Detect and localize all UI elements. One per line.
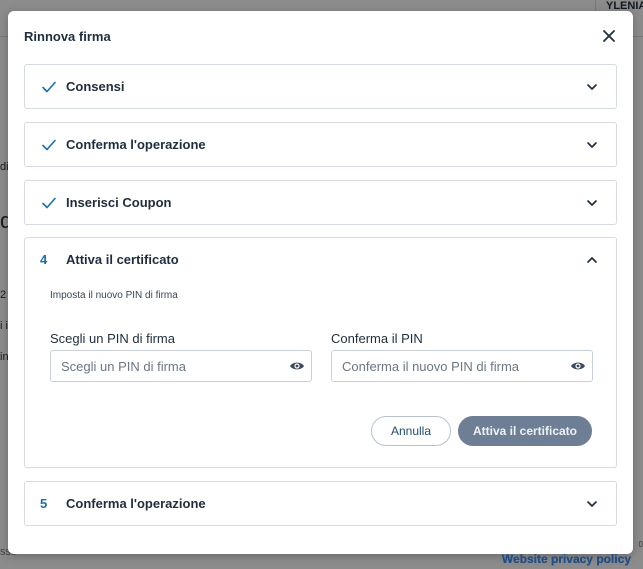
renew-signature-dialog: Rinnova firma Consensi Conferma l'operaz… — [8, 11, 633, 554]
step-consensi: Consensi — [24, 64, 617, 109]
step-number: 5 — [40, 496, 48, 511]
step-conferma-operazione-finale: 5 Conferma l'operazione — [24, 481, 617, 526]
step-label: Attiva il certificato — [66, 252, 179, 267]
check-icon — [42, 81, 56, 93]
pin-hint: Imposta il nuovo PIN di firma — [50, 290, 178, 301]
pin-label: Scegli un PIN di firma — [50, 331, 175, 346]
chevron-down-icon — [587, 200, 597, 206]
close-button[interactable] — [601, 28, 617, 44]
step-conferma-operazione: Conferma l'operazione — [24, 122, 617, 167]
pin-field — [50, 350, 312, 382]
step-label: Inserisci Coupon — [66, 195, 172, 210]
step-label: Conferma l'operazione — [66, 496, 206, 511]
chevron-up-icon — [587, 257, 597, 263]
eye-icon[interactable] — [289, 360, 305, 372]
eye-icon[interactable] — [570, 360, 586, 372]
step-attiva-certificato: 4 Attiva il certificato Imposta il nuovo… — [24, 237, 617, 468]
cancel-button[interactable]: Annulla — [371, 416, 451, 446]
chevron-down-icon — [587, 84, 597, 90]
step-header[interactable]: 4 Attiva il certificato — [25, 238, 616, 281]
step-header[interactable]: 5 Conferma l'operazione — [25, 482, 616, 525]
step-header[interactable]: Consensi — [25, 65, 616, 108]
step-header[interactable]: Conferma l'operazione — [25, 123, 616, 166]
privacy-policy-link-visible[interactable]: Website privacy policy — [502, 552, 631, 566]
close-icon — [603, 30, 615, 42]
activate-certificate-button[interactable]: Attiva il certificato — [458, 416, 592, 446]
step-inserisci-coupon: Inserisci Coupon — [24, 180, 617, 225]
check-icon — [42, 139, 56, 151]
step-label: Conferma l'operazione — [66, 137, 206, 152]
confirm-pin-field — [331, 350, 593, 382]
chevron-down-icon — [587, 142, 597, 148]
confirm-pin-input[interactable] — [332, 351, 562, 381]
step-number: 4 — [40, 252, 48, 267]
step-header[interactable]: Inserisci Coupon — [25, 181, 616, 224]
step-label: Consensi — [66, 79, 125, 94]
check-icon — [42, 197, 56, 209]
pin-input[interactable] — [51, 351, 281, 381]
dialog-title: Rinnova firma — [24, 29, 111, 44]
confirm-pin-label: Conferma il PIN — [331, 331, 423, 346]
chevron-down-icon — [587, 501, 597, 507]
